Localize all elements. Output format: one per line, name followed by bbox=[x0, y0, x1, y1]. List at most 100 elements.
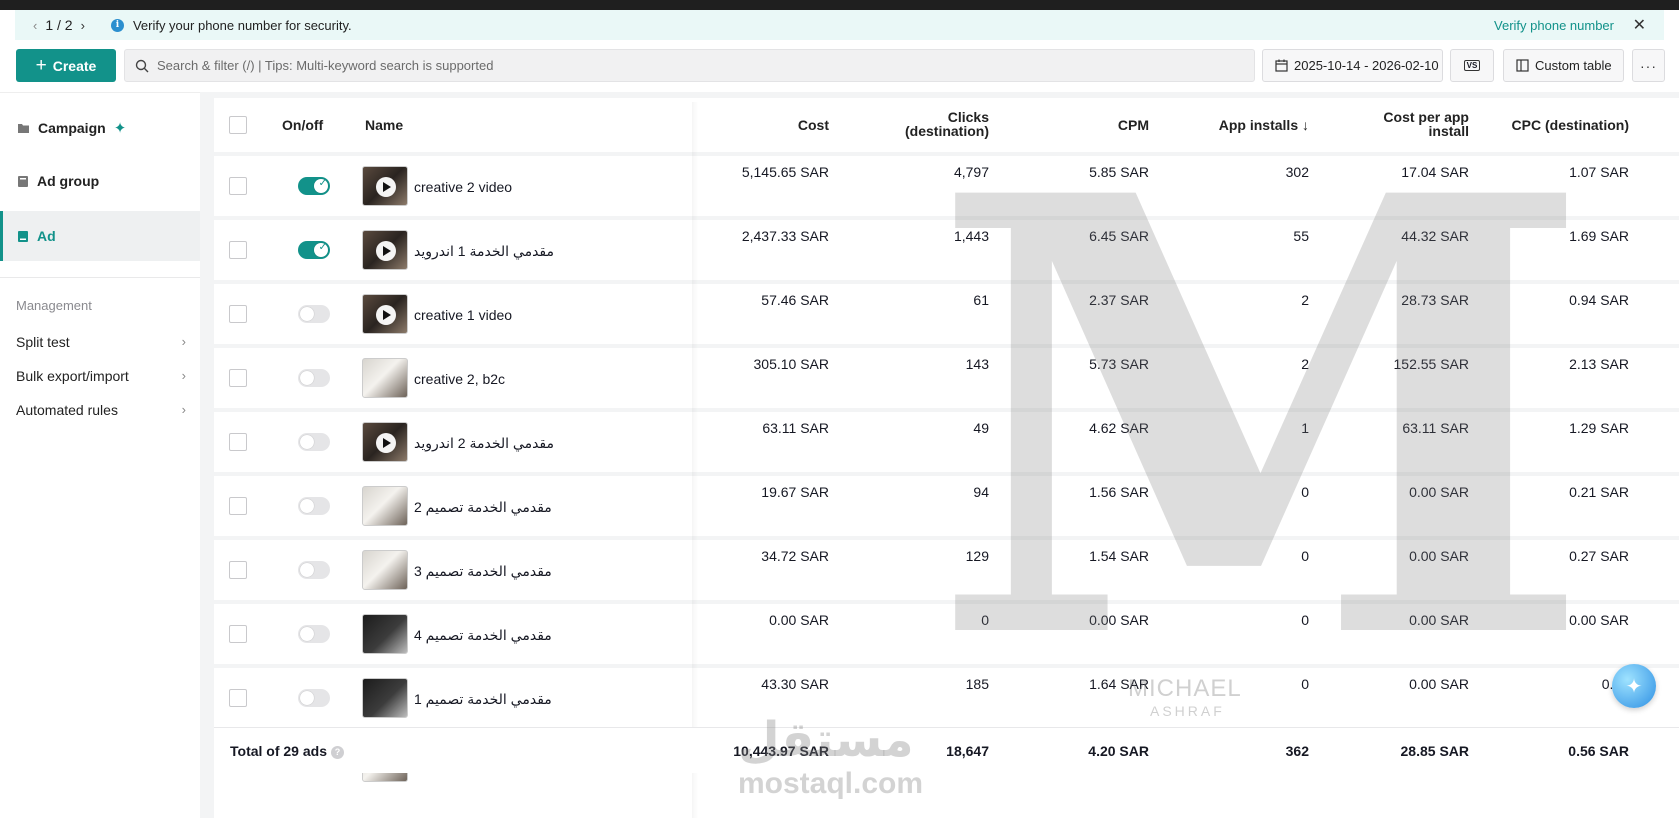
sidebar-item-ad-group[interactable]: Ad group bbox=[0, 156, 200, 206]
compare-button[interactable]: VS bbox=[1450, 49, 1494, 82]
row-checkbox[interactable] bbox=[229, 177, 247, 195]
banner-pager: ‹ 1 / 2 › bbox=[15, 17, 85, 33]
ad-name[interactable]: creative 2 video bbox=[414, 179, 512, 195]
cost-cell: 2,437.33 SAR bbox=[741, 228, 829, 244]
banner-message: Verify your phone number for security. bbox=[132, 17, 352, 33]
sidebar: Campaign ✦ Ad group Ad Management Split … bbox=[0, 92, 200, 818]
header-cpc[interactable]: CPC (destination) bbox=[1484, 118, 1629, 132]
sidebar-item-campaign[interactable]: Campaign ✦ bbox=[0, 103, 200, 153]
table-row: مقدمي الخدمة 2 اندرويد 63.11 SAR 49 4.62 SA… bbox=[214, 408, 1679, 472]
status-toggle[interactable] bbox=[298, 561, 330, 579]
search-bar[interactable] bbox=[124, 49, 1255, 82]
date-range-picker[interactable]: 2025-10-14 - 2026-02-10 bbox=[1262, 49, 1443, 82]
total-row: Total of 29 ads? 10,443.97 SAR 18,647 4.… bbox=[214, 727, 1679, 773]
cpi-cell: 63.11 SAR bbox=[1402, 420, 1469, 436]
status-toggle[interactable] bbox=[298, 689, 330, 707]
status-toggle[interactable] bbox=[298, 497, 330, 515]
total-label: Total of 29 ads? bbox=[230, 743, 344, 759]
sparkle-icon: ✦ bbox=[113, 120, 127, 137]
header-cost-per-install[interactable]: Cost per app install bbox=[1324, 110, 1469, 138]
header-cpm[interactable]: CPM bbox=[1004, 118, 1149, 132]
more-options-button[interactable]: ··· bbox=[1632, 49, 1665, 82]
status-toggle[interactable]: ✓ bbox=[298, 241, 330, 259]
header-clicks-line2: (destination) bbox=[905, 123, 989, 139]
create-button[interactable]: + Create bbox=[16, 49, 116, 82]
cost-cell: 57.46 SAR bbox=[761, 292, 829, 308]
sidebar-link-split-test[interactable]: Split test › bbox=[16, 334, 186, 350]
ad-thumbnail[interactable] bbox=[362, 230, 408, 270]
status-toggle[interactable]: ✓ bbox=[298, 177, 330, 195]
status-toggle[interactable] bbox=[298, 433, 330, 451]
ad-name[interactable]: مقدمي الخدمة تصميم 2 bbox=[414, 499, 552, 516]
clicks-cell: 129 bbox=[965, 548, 989, 564]
cost-cell: 19.67 SAR bbox=[761, 484, 829, 500]
status-toggle[interactable] bbox=[298, 625, 330, 643]
cpi-cell: 0.00 SAR bbox=[1409, 548, 1469, 564]
ad-name[interactable]: creative 1 video bbox=[414, 307, 512, 323]
sidebar-item-ad[interactable]: Ad bbox=[0, 211, 200, 261]
ad-thumbnail[interactable] bbox=[362, 422, 408, 462]
ad-thumbnail[interactable] bbox=[362, 294, 408, 334]
cpc-cell: 0.94 SAR bbox=[1569, 292, 1629, 308]
status-toggle[interactable] bbox=[298, 305, 330, 323]
ad-name[interactable]: مقدمي الخدمة 1 اندرويد bbox=[414, 243, 554, 260]
ad-name[interactable]: creative 2, b2c bbox=[414, 371, 505, 387]
cpm-cell: 5.85 SAR bbox=[1089, 164, 1149, 180]
columns-icon bbox=[1516, 59, 1529, 72]
header-name[interactable]: Name bbox=[365, 118, 403, 132]
ad-name[interactable]: مقدمي الخدمة تصميم 1 bbox=[414, 691, 552, 708]
sidebar-link-label: Bulk export/import bbox=[16, 368, 129, 384]
total-cpm: 4.20 SAR bbox=[1088, 743, 1149, 759]
play-icon bbox=[376, 241, 396, 261]
assistant-button[interactable]: ✦ bbox=[1612, 664, 1656, 708]
chevron-right-icon[interactable]: › bbox=[81, 18, 85, 33]
row-checkbox[interactable] bbox=[229, 497, 247, 515]
cost-cell: 5,145.65 SAR bbox=[741, 164, 829, 180]
cpi-cell: 44.32 SAR bbox=[1401, 228, 1469, 244]
row-checkbox[interactable] bbox=[229, 561, 247, 579]
ad-name[interactable]: مقدمي الخدمة تصميم 4 bbox=[414, 627, 552, 644]
main-content: On/off Name Cost Clicks (destination) CP… bbox=[200, 92, 1679, 818]
row-checkbox[interactable] bbox=[229, 241, 247, 259]
row-checkbox[interactable] bbox=[229, 689, 247, 707]
cost-cell: 43.30 SAR bbox=[761, 676, 829, 692]
total-clicks: 18,647 bbox=[946, 743, 989, 759]
ad-name[interactable]: مقدمي الخدمة تصميم 3 bbox=[414, 563, 552, 580]
select-all-checkbox[interactable] bbox=[229, 116, 247, 134]
chevron-left-icon[interactable]: ‹ bbox=[33, 18, 37, 33]
sidebar-link-label: Automated rules bbox=[16, 402, 118, 418]
header-cost[interactable]: Cost bbox=[654, 118, 829, 132]
sidebar-item-label: Ad group bbox=[37, 173, 100, 189]
status-toggle[interactable] bbox=[298, 369, 330, 387]
cost-cell: 0.00 SAR bbox=[769, 612, 829, 628]
total-installs: 362 bbox=[1285, 743, 1309, 759]
clicks-cell: 49 bbox=[973, 420, 989, 436]
header-clicks[interactable]: Clicks (destination) bbox=[844, 110, 989, 138]
ad-thumbnail[interactable] bbox=[362, 614, 408, 654]
row-checkbox[interactable] bbox=[229, 625, 247, 643]
ad-thumbnail[interactable] bbox=[362, 486, 408, 526]
verify-phone-link[interactable]: Verify phone number bbox=[1494, 18, 1614, 33]
search-input[interactable] bbox=[157, 58, 1217, 73]
cpi-cell: 0.00 SAR bbox=[1409, 484, 1469, 500]
row-checkbox[interactable] bbox=[229, 433, 247, 451]
help-icon[interactable]: ? bbox=[330, 745, 344, 759]
ad-thumbnail[interactable] bbox=[362, 166, 408, 206]
ad-thumbnail[interactable] bbox=[362, 358, 408, 398]
header-onoff: On/off bbox=[282, 117, 324, 133]
close-icon[interactable]: ✕ bbox=[1633, 15, 1646, 35]
management-header: Management bbox=[16, 298, 92, 313]
folder-icon bbox=[18, 124, 29, 133]
header-app-installs[interactable]: App installs ↓ bbox=[1164, 118, 1309, 132]
row-checkbox[interactable] bbox=[229, 369, 247, 387]
custom-table-button[interactable]: Custom table bbox=[1503, 49, 1624, 82]
row-checkbox[interactable] bbox=[229, 305, 247, 323]
ad-thumbnail[interactable] bbox=[362, 678, 408, 718]
cpc-cell: 0.00 SAR bbox=[1569, 612, 1629, 628]
sidebar-link-bulk-export[interactable]: Bulk export/import › bbox=[16, 368, 186, 384]
sparkle-icon: ✦ bbox=[1625, 675, 1643, 698]
ad-name[interactable]: مقدمي الخدمة 2 اندرويد bbox=[414, 435, 554, 452]
installs-cell: 2 bbox=[1301, 292, 1309, 308]
sidebar-link-automated-rules[interactable]: Automated rules › bbox=[16, 402, 186, 418]
ad-thumbnail[interactable] bbox=[362, 550, 408, 590]
